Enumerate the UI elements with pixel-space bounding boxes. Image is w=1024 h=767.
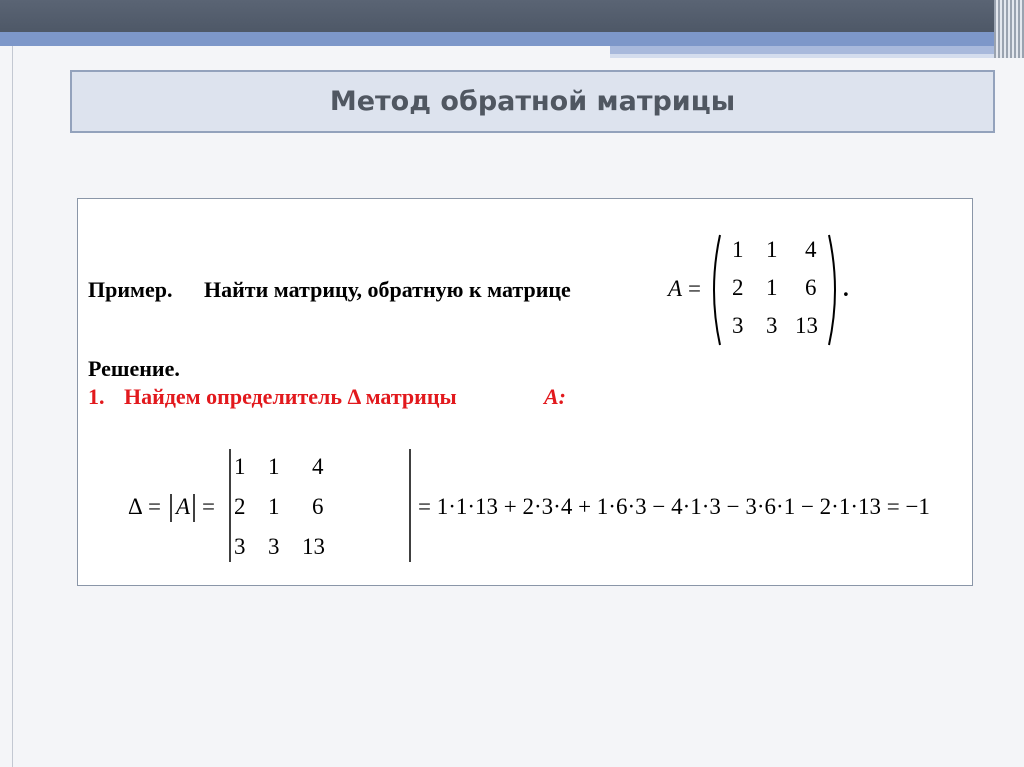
step1-number: 1. bbox=[88, 384, 105, 409]
matrix-cell: 3 bbox=[766, 313, 778, 338]
matrix-cell: 1 bbox=[732, 237, 744, 262]
det-cell: 13 bbox=[302, 534, 325, 559]
det-expansion: = 1·1·13 + 2·3·4 + 1·6·3 − 4·1·3 − 3·6·1… bbox=[418, 494, 930, 519]
left-guide-line bbox=[12, 46, 13, 767]
slide-title: Метод обратной матрицы bbox=[329, 86, 736, 117]
det-cell: 1 bbox=[234, 454, 246, 479]
solution-label: Решение. bbox=[88, 356, 180, 381]
content-panel: Пример. Найти матрицу, обратную к матриц… bbox=[77, 198, 973, 586]
matrix-equals: = bbox=[688, 276, 701, 301]
delta-symbol: Δ bbox=[128, 494, 143, 519]
decorative-band-3 bbox=[610, 54, 1024, 58]
example-text: Найти матрицу, обратную к матрице bbox=[204, 277, 571, 302]
decorative-band-2 bbox=[610, 46, 1024, 54]
matrix-cell: 4 bbox=[805, 237, 817, 262]
det-cell: 1 bbox=[268, 494, 280, 519]
det-cell: 4 bbox=[312, 454, 324, 479]
top-bar bbox=[0, 0, 1024, 32]
det-cell: 6 bbox=[312, 494, 324, 519]
example-period: . bbox=[843, 276, 849, 301]
matrix-cell: 3 bbox=[732, 313, 744, 338]
matrix-a: 1 1 4 2 1 6 3 3 13 bbox=[713, 234, 836, 346]
matrix-name: A bbox=[668, 276, 683, 301]
matrix-cell: 1 bbox=[766, 237, 778, 262]
matrix-cell: 13 bbox=[795, 313, 818, 338]
det-cell: 3 bbox=[268, 534, 280, 559]
det-cell: 3 bbox=[234, 534, 246, 559]
matrix-cell: 2 bbox=[732, 275, 744, 300]
decorative-stripes bbox=[994, 0, 1024, 58]
det-equals-2: = bbox=[202, 494, 215, 519]
step1-text: Найдем определитель Δ матрицы bbox=[124, 384, 457, 409]
det-equals-1: = bbox=[148, 494, 161, 519]
left-paren bbox=[713, 234, 721, 346]
right-paren bbox=[828, 234, 836, 346]
matrix-cell: 1 bbox=[766, 275, 778, 300]
decorative-band bbox=[0, 32, 1024, 46]
det-cell: 1 bbox=[268, 454, 280, 479]
abs-a: A bbox=[174, 494, 191, 519]
slide-title-box: Метод обратной матрицы bbox=[70, 70, 995, 133]
determinant-formula: Δ = A = 1 1 4 2 1 6 3 3 13 = 1·1·13 + 2·… bbox=[128, 449, 930, 562]
det-cell: 2 bbox=[234, 494, 246, 519]
example-label: Пример. bbox=[88, 277, 173, 302]
matrix-cell: 6 bbox=[805, 275, 817, 300]
step1-var: A: bbox=[544, 384, 566, 409]
